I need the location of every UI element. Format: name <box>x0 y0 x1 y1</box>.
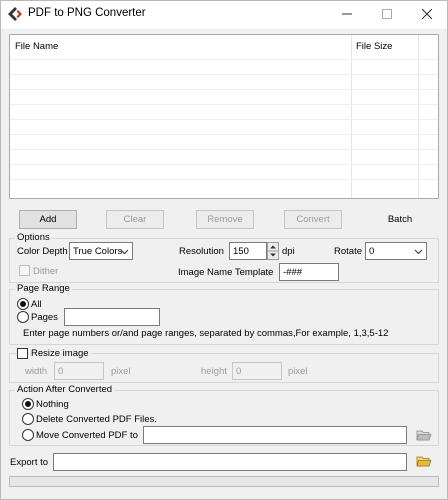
page-range-pages-label: Pages <box>31 312 58 323</box>
color-depth-label: Color Depth <box>17 246 68 257</box>
width-input[interactable]: 0 <box>54 362 104 380</box>
after-move-radio[interactable] <box>22 429 34 441</box>
page-range-all-label: All <box>31 299 42 310</box>
height-label: height <box>201 366 227 377</box>
resolution-input[interactable]: 150 <box>229 242 267 260</box>
file-list-header: File Name File Size <box>10 35 438 59</box>
row-line <box>10 164 438 165</box>
after-nothing-radio[interactable] <box>22 398 34 410</box>
width-label: width <box>25 366 48 377</box>
window-title: PDF to PNG Converter <box>28 7 146 19</box>
clear-button[interactable]: Clear <box>106 210 164 229</box>
dither-label: Dither <box>33 266 59 277</box>
pages-input[interactable] <box>64 308 160 326</box>
after-delete-label: Delete Converted PDF Files. <box>36 414 157 425</box>
resolution-spinner[interactable] <box>267 242 279 260</box>
resolution-unit: dpi <box>282 246 295 257</box>
row-line <box>10 89 438 90</box>
app-window: PDF to PNG Converter File Name File Size… <box>0 0 448 500</box>
close-button[interactable] <box>407 1 447 27</box>
close-icon <box>422 9 432 19</box>
batch-button[interactable]: Batch <box>371 210 429 229</box>
page-range-all-radio[interactable] <box>17 298 29 310</box>
after-delete-radio[interactable] <box>22 413 34 425</box>
image-name-template-input[interactable]: -### <box>279 263 339 281</box>
export-to-label: Export to <box>10 457 49 468</box>
column-header-file-name[interactable]: File Name <box>15 41 58 52</box>
chevron-down-icon <box>414 249 423 255</box>
column-header-file-size[interactable]: File Size <box>356 41 392 52</box>
chevron-down-icon <box>120 249 129 255</box>
add-button[interactable]: Add <box>19 210 77 229</box>
rotate-label: Rotate <box>334 246 362 257</box>
convert-button[interactable]: Convert <box>284 210 342 229</box>
move-path-input[interactable] <box>143 426 407 444</box>
rotate-value: 0 <box>369 245 375 257</box>
maximize-icon <box>382 9 392 19</box>
rotate-select[interactable]: 0 <box>365 242 427 260</box>
row-line <box>10 134 438 135</box>
resize-image-checkbox[interactable] <box>17 348 28 359</box>
after-nothing-label: Nothing <box>36 399 69 410</box>
row-line <box>10 74 438 75</box>
width-unit: pixel <box>111 366 131 377</box>
color-depth-select[interactable]: True Colors <box>69 242 133 260</box>
action-after-converted-label: Action After Converted <box>15 384 115 395</box>
resize-image-label: Resize image <box>29 348 91 359</box>
page-range-group-label: Page Range <box>15 283 72 294</box>
maximize-button[interactable] <box>367 1 407 27</box>
row-line <box>10 179 438 180</box>
height-input[interactable]: 0 <box>232 362 282 380</box>
row-line <box>10 104 438 105</box>
height-unit: pixel <box>288 366 308 377</box>
app-logo-icon <box>8 7 22 21</box>
file-list[interactable]: File Name File Size <box>9 34 439 199</box>
conversion-progress-bar <box>9 476 439 487</box>
row-line <box>10 149 438 150</box>
row-line <box>10 59 438 60</box>
options-group-label: Options <box>15 232 52 243</box>
color-depth-value: True Colors <box>73 245 123 257</box>
page-range-pages-radio[interactable] <box>17 311 29 323</box>
minimize-icon <box>342 13 352 15</box>
image-name-template-label: Image Name Template <box>178 267 274 278</box>
title-bar[interactable]: PDF to PNG Converter <box>1 1 447 29</box>
row-line <box>10 119 438 120</box>
remove-button[interactable]: Remove <box>196 210 254 229</box>
folder-open-icon[interactable] <box>416 428 432 442</box>
minimize-button[interactable] <box>327 1 367 27</box>
export-path-input[interactable] <box>53 453 407 471</box>
page-range-hint: Enter page numbers or/and page ranges, s… <box>23 328 389 339</box>
resolution-label: Resolution <box>179 246 224 257</box>
folder-open-icon[interactable] <box>416 454 432 468</box>
dither-checkbox[interactable] <box>19 265 30 276</box>
after-move-label: Move Converted PDF to <box>36 430 138 441</box>
